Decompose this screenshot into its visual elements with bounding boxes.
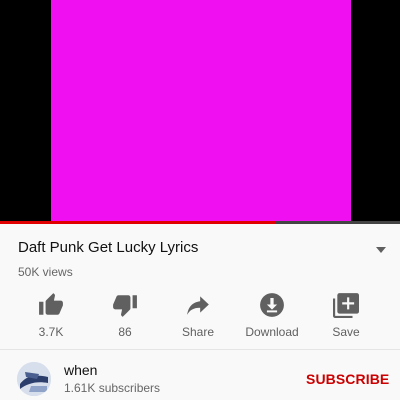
download-label: Download bbox=[245, 325, 299, 339]
video-frame[interactable] bbox=[51, 0, 351, 221]
channel-row: when 1.61K subscribers SUBSCRIBE bbox=[0, 350, 400, 400]
subscriber-count: 1.61K subscribers bbox=[64, 381, 161, 395]
video-info-panel: Daft Punk Get Lucky Lyrics 50K views 3.7… bbox=[0, 224, 400, 400]
channel-name[interactable]: when bbox=[64, 362, 97, 378]
dislike-button[interactable]: 86 bbox=[90, 292, 160, 344]
thumbs-down-icon bbox=[113, 295, 137, 317]
save-button[interactable]: Save bbox=[311, 292, 381, 344]
share-icon bbox=[187, 296, 209, 315]
dislike-count: 86 bbox=[118, 325, 132, 339]
action-bar: 3.7K 86 Share Download Save bbox=[0, 292, 400, 344]
avatar-image bbox=[17, 362, 51, 396]
add-to-playlist-icon bbox=[333, 293, 359, 318]
subscribe-button[interactable]: SUBSCRIBE bbox=[306, 371, 389, 387]
video-player[interactable] bbox=[0, 0, 400, 224]
share-label: Share bbox=[181, 325, 215, 339]
download-icon bbox=[260, 293, 284, 317]
video-title: Daft Punk Get Lucky Lyrics bbox=[18, 239, 199, 256]
view-count: 50K views bbox=[18, 265, 73, 279]
like-button[interactable]: 3.7K bbox=[16, 292, 86, 344]
share-button[interactable]: Share bbox=[163, 292, 233, 344]
channel-avatar[interactable] bbox=[17, 362, 51, 396]
chevron-down-icon[interactable] bbox=[374, 245, 388, 255]
thumbs-up-icon bbox=[39, 293, 63, 315]
download-button[interactable]: Download bbox=[237, 292, 307, 344]
save-label: Save bbox=[332, 325, 360, 339]
like-count: 3.7K bbox=[38, 325, 64, 339]
